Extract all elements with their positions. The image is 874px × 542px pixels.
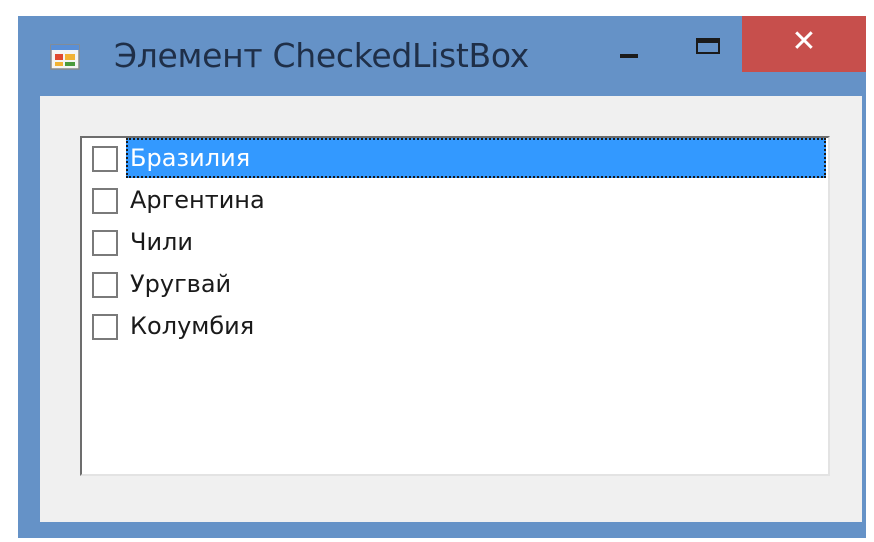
item-label: Колумбия [130,312,255,340]
app-window: Элемент CheckedListBox ✕ Бразилия Аргент… [18,16,866,538]
item-label: Чили [130,228,193,256]
minimize-icon [620,54,638,58]
window-title: Элемент CheckedListBox [114,36,529,75]
checked-list-box[interactable]: Бразилия Аргентина Чили Уругвай Колумбия [80,136,830,476]
maximize-icon [696,38,720,54]
close-icon: ✕ [791,24,817,59]
minimize-button[interactable] [602,16,652,72]
item-checkbox[interactable] [92,230,118,256]
title-bar[interactable]: Элемент CheckedListBox ✕ [18,16,866,94]
item-label: Уругвай [130,270,232,298]
item-label: Бразилия [126,138,826,178]
item-checkbox[interactable] [92,314,118,340]
list-item[interactable]: Бразилия [90,138,826,178]
item-checkbox[interactable] [92,272,118,298]
form-client-area: Бразилия Аргентина Чили Уругвай Колумбия [40,96,862,522]
close-button[interactable]: ✕ [742,16,866,72]
list-item[interactable]: Аргентина [90,180,826,220]
list-item[interactable]: Чили [90,222,826,262]
item-label: Аргентина [130,186,265,214]
item-checkbox[interactable] [92,146,118,172]
maximize-button[interactable] [682,16,732,72]
list-item[interactable]: Уругвай [90,264,826,304]
item-checkbox[interactable] [92,188,118,214]
list-item[interactable]: Колумбия [90,306,826,346]
winforms-app-icon[interactable] [50,44,80,70]
